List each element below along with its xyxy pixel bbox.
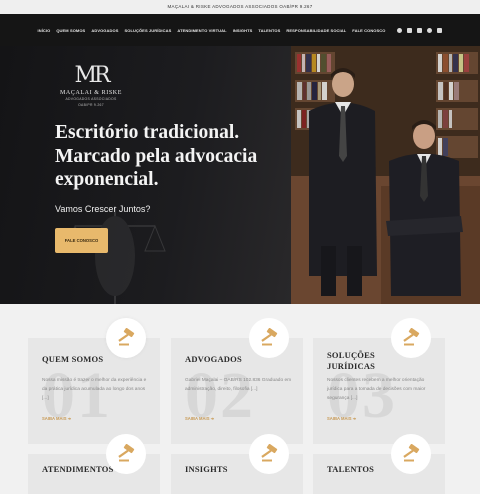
- nav-item-talentos[interactable]: TALENTOS: [258, 28, 280, 33]
- nav-item-atendimento-virtual[interactable]: ATENDIMENTO VIRTUAL: [177, 28, 226, 33]
- logo-firm-name: MAÇALAI & RISKE: [59, 90, 122, 96]
- saiba-mais-link[interactable]: SAIBA MAIS ➔: [327, 416, 356, 421]
- arrow-right-icon: ➔: [67, 416, 72, 421]
- headline-line-1: Escritório tradicional.: [55, 122, 240, 143]
- nav-item-fale-conosco[interactable]: FALE CONOSCO: [352, 28, 385, 33]
- topbar-text: MAÇALAI & RISKE ADVOGADOS ASSOCIADOS OAB…: [167, 4, 313, 9]
- logo-registration: OAB/PR 9.267: [78, 102, 104, 107]
- email-icon[interactable]: [437, 27, 443, 33]
- social-links: [397, 27, 443, 33]
- logo-monogram: MR: [74, 63, 110, 88]
- card-description: Nossos clientes recebem a melhor orienta…: [327, 378, 426, 401]
- main-navigation: INÍCIO QUEM SOMOS ADVOGADOS SOLUÇÕES JUR…: [0, 14, 480, 46]
- card-title: ADVOGADOS: [185, 354, 242, 364]
- card-title: QUEM SOMOS: [42, 354, 104, 364]
- nav-item-advogados[interactable]: ADVOGADOS: [91, 28, 118, 33]
- logo-subtitle: ADVOGADOS ASSOCIADOS: [65, 97, 117, 101]
- arrow-right-icon: ➔: [210, 416, 215, 421]
- card-title: SOLUÇÕES JURÍDICAS: [327, 350, 376, 371]
- nav-item-insights[interactable]: INSIGHTS: [233, 28, 253, 33]
- instagram-icon[interactable]: [407, 27, 413, 33]
- nav-item-quem-somos[interactable]: QUEM SOMOS: [56, 28, 85, 33]
- lawyers-photo: [291, 46, 480, 304]
- card-icon-wrapper: [391, 434, 431, 474]
- card-icon-wrapper: [249, 434, 289, 474]
- headline-line-2: Marcado pela advocacia: [55, 145, 258, 167]
- nav-item-inicio[interactable]: INÍCIO: [38, 28, 51, 33]
- gavel-icon: [106, 318, 146, 358]
- gavel-icon: [391, 318, 431, 358]
- hero-background: MR MAÇALAI & RISKE ADVOGADOS ASSOCIADOS …: [0, 46, 291, 304]
- facebook-icon[interactable]: [397, 27, 403, 33]
- card-icon-wrapper: [106, 434, 146, 474]
- gavel-icon: [249, 318, 289, 358]
- fale-conosco-button[interactable]: FALE CONOSCO: [55, 228, 108, 253]
- card-description: Nossa missão é trazer o melhor da experi…: [42, 378, 147, 401]
- whatsapp-icon[interactable]: [427, 27, 433, 33]
- firm-logo[interactable]: MR MAÇALAI & RISKE ADVOGADOS ASSOCIADOS …: [56, 64, 126, 107]
- hero-tagline: Vamos Crescer Juntos?: [55, 204, 151, 214]
- card-title: TALENTOS: [327, 464, 375, 474]
- gavel-icon: [391, 434, 431, 474]
- card-title: INSIGHTS: [185, 464, 228, 474]
- arrow-right-icon: ➔: [352, 416, 357, 421]
- linkedin-icon[interactable]: [417, 27, 423, 33]
- saiba-mais-label: SAIBA MAIS: [185, 416, 210, 421]
- nav-item-responsabilidade-social[interactable]: RESPONSABILIDADE SOCIAL: [286, 28, 346, 33]
- saiba-mais-link[interactable]: SAIBA MAIS ➔: [42, 416, 71, 421]
- card-icon-wrapper: [391, 318, 431, 358]
- hero-headline: Escritório tradicional. Marcado pela adv…: [55, 121, 285, 192]
- card-description: Gabriel Maçalai – OAB/RS 102.836 Graduad…: [185, 378, 292, 392]
- card-title: ATENDIMENTOS: [42, 464, 114, 474]
- nav-item-solucoes-juridicas[interactable]: SOLUÇÕES JURÍDICAS: [124, 28, 171, 33]
- hero-section: MR MAÇALAI & RISKE ADVOGADOS ASSOCIADOS …: [0, 46, 480, 304]
- card-icon-wrapper: [249, 318, 289, 358]
- headline-line-3: exponencial.: [55, 169, 159, 190]
- services-section: 01 QUEM SOMOS Nossa missão é trazer o me…: [0, 304, 480, 494]
- top-announcement-bar: MAÇALAI & RISKE ADVOGADOS ASSOCIADOS OAB…: [0, 0, 480, 14]
- card-icon-wrapper: [106, 318, 146, 358]
- gavel-icon: [249, 434, 289, 474]
- saiba-mais-label: SAIBA MAIS: [42, 416, 67, 421]
- saiba-mais-link[interactable]: SAIBA MAIS ➔: [185, 416, 214, 421]
- card-number: 02: [185, 359, 255, 432]
- gavel-icon: [106, 434, 146, 474]
- saiba-mais-label: SAIBA MAIS: [327, 416, 352, 421]
